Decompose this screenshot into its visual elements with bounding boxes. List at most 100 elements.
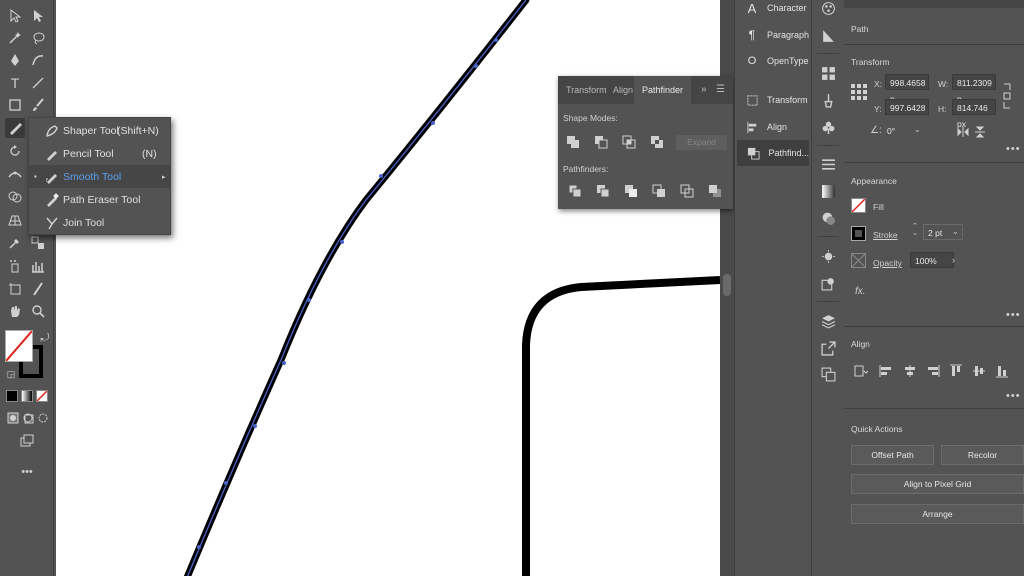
align-top-icon[interactable] <box>949 364 963 378</box>
minus-front-icon[interactable] <box>594 135 608 149</box>
direct-selection-tool-icon[interactable] <box>28 6 48 26</box>
flyout-item-path-eraser-tool[interactable]: Path Eraser Tool <box>29 188 170 211</box>
appearance-panel-icon[interactable] <box>820 248 836 264</box>
x-field[interactable]: 998.4658 p <box>885 74 929 104</box>
magic-wand-tool-icon[interactable] <box>5 28 25 48</box>
hand-tool-icon[interactable] <box>5 301 25 321</box>
panel-menu-icon[interactable]: ☰ <box>716 76 725 104</box>
scrollbar-thumb[interactable] <box>723 274 731 296</box>
type-tool-icon[interactable]: T <box>5 73 25 93</box>
flip-vertical-icon[interactable] <box>975 126 985 138</box>
swap-fill-stroke-icon[interactable]: ⤾ <box>35 328 55 348</box>
opacity-arrow-icon[interactable]: › <box>952 255 955 265</box>
default-colors-icon[interactable]: ◲ <box>1 364 21 384</box>
stroke-dropdown-chevron-icon[interactable]: ⌄ <box>952 227 959 236</box>
w-field[interactable]: 811.2309 p <box>952 74 996 104</box>
dock-item-transform[interactable]: Transform <box>735 87 811 113</box>
divide-icon[interactable] <box>568 184 582 198</box>
blend-tool-icon[interactable] <box>28 233 48 253</box>
flip-horizontal-icon[interactable] <box>957 127 969 137</box>
slice-tool-icon[interactable] <box>28 279 48 299</box>
perspective-grid-tool-icon[interactable] <box>5 210 25 230</box>
selection-tool-icon[interactable] <box>5 6 25 26</box>
collapse-panel-icon[interactable]: » <box>701 76 707 104</box>
shape-builder-tool-icon[interactable] <box>5 187 25 207</box>
dock-item-pathfinder[interactable]: Pathfind... <box>737 140 809 166</box>
graphic-styles-icon[interactable] <box>820 275 836 291</box>
tab-pathfinder[interactable]: Pathfinder <box>634 76 692 104</box>
symbol-sprayer-tool-icon[interactable] <box>5 256 25 276</box>
align-vertical-center-icon[interactable] <box>972 364 986 378</box>
edit-toolbar-more-icon[interactable]: ••• <box>17 462 37 482</box>
color-guide-icon[interactable] <box>820 27 836 43</box>
offset-path-button[interactable]: Offset Path <box>851 445 934 465</box>
flyout-item-shaper-tool[interactable]: Shaper Tool (Shift+N) <box>29 119 170 142</box>
align-right-icon[interactable] <box>926 364 940 378</box>
smooth-tool-icon[interactable] <box>5 118 25 138</box>
align-to-pixel-grid-button[interactable]: Align to Pixel Grid <box>851 474 1024 494</box>
flyout-item-join-tool[interactable]: Join Tool <box>29 211 170 234</box>
trim-icon[interactable] <box>596 184 610 198</box>
y-field[interactable]: 997.6428 p <box>885 99 929 129</box>
flyout-item-pencil-tool[interactable]: Pencil Tool (N) <box>29 142 170 165</box>
fill-color-swatch[interactable] <box>5 330 33 362</box>
merge-icon[interactable] <box>624 184 638 198</box>
opacity-field[interactable]: 100% <box>910 252 954 268</box>
align-to-dropdown-icon[interactable] <box>854 364 869 378</box>
lasso-tool-icon[interactable] <box>28 28 48 48</box>
dock-item-align[interactable]: Align <box>735 114 811 140</box>
color-mode-icon[interactable] <box>6 390 18 402</box>
pen-tool-icon[interactable] <box>5 50 25 70</box>
swatches-icon[interactable] <box>820 65 836 81</box>
width-tool-icon[interactable] <box>5 164 25 184</box>
artboards-panel-icon[interactable] <box>820 366 836 382</box>
exclude-icon[interactable] <box>650 135 664 149</box>
zoom-tool-icon[interactable] <box>28 301 48 321</box>
draw-inside-icon[interactable] <box>33 408 53 428</box>
gradient-panel-icon[interactable] <box>820 183 836 199</box>
recolor-button[interactable]: Recolor <box>941 445 1024 465</box>
fx-icon[interactable]: fx. <box>855 286 866 297</box>
export-icon[interactable] <box>820 340 836 356</box>
dock-item-paragraph[interactable]: ¶ Paragraph <box>735 22 811 48</box>
crop-icon[interactable] <box>652 184 666 198</box>
align-more-options-icon[interactable]: ••• <box>1006 390 1021 402</box>
stroke-label[interactable]: Stroke <box>873 230 898 240</box>
intersect-icon[interactable] <box>622 135 636 149</box>
arrange-button[interactable]: Arrange <box>851 504 1024 524</box>
artboard-tool-icon[interactable] <box>5 279 25 299</box>
stroke-stepper-icon[interactable]: ⌃ ⌄ <box>912 223 918 237</box>
color-panel-icon[interactable] <box>820 0 836 16</box>
flyout-item-smooth-tool[interactable]: ▪ Smooth Tool ▸ <box>29 165 170 188</box>
paintbrush-tool-icon[interactable] <box>28 95 48 115</box>
column-graph-tool-icon[interactable] <box>28 256 48 276</box>
angle-dropdown-chevron-icon[interactable]: ⌄ <box>914 125 921 134</box>
stroke-swatch-icon[interactable] <box>851 226 866 241</box>
rectangle-tool-icon[interactable] <box>5 95 25 115</box>
expand-button[interactable]: Expand <box>676 135 727 150</box>
transform-more-options-icon[interactable]: ••• <box>1006 143 1021 155</box>
eyedropper-tool-icon[interactable] <box>5 233 25 253</box>
dock-item-opentype[interactable]: O OpenType <box>735 48 811 74</box>
reference-point-icon[interactable] <box>851 84 867 100</box>
rotate-tool-icon[interactable] <box>5 141 25 161</box>
outline-icon[interactable] <box>680 184 694 198</box>
constrain-proportions-icon[interactable] <box>1002 82 1012 110</box>
change-screen-mode-icon[interactable] <box>17 431 37 451</box>
layers-panel-icon[interactable] <box>820 313 836 329</box>
minus-back-icon[interactable] <box>708 184 722 198</box>
opacity-label[interactable]: Opacity <box>873 258 902 268</box>
h-field[interactable]: 814.746 px <box>952 99 996 129</box>
gradient-mode-icon[interactable] <box>21 390 33 402</box>
align-bottom-icon[interactable] <box>995 364 1009 378</box>
transparency-panel-icon[interactable] <box>820 210 836 226</box>
tab-transform[interactable]: Transform <box>566 76 607 104</box>
none-mode-icon[interactable] <box>36 390 48 402</box>
curvature-tool-icon[interactable] <box>28 50 48 70</box>
brushes-icon[interactable] <box>820 92 836 108</box>
align-left-icon[interactable] <box>879 364 893 378</box>
fill-swatch-icon[interactable] <box>851 198 866 213</box>
tab-align[interactable]: Align <box>613 76 633 104</box>
line-segment-tool-icon[interactable] <box>28 73 48 93</box>
dock-item-character[interactable]: A Character <box>735 0 811 21</box>
